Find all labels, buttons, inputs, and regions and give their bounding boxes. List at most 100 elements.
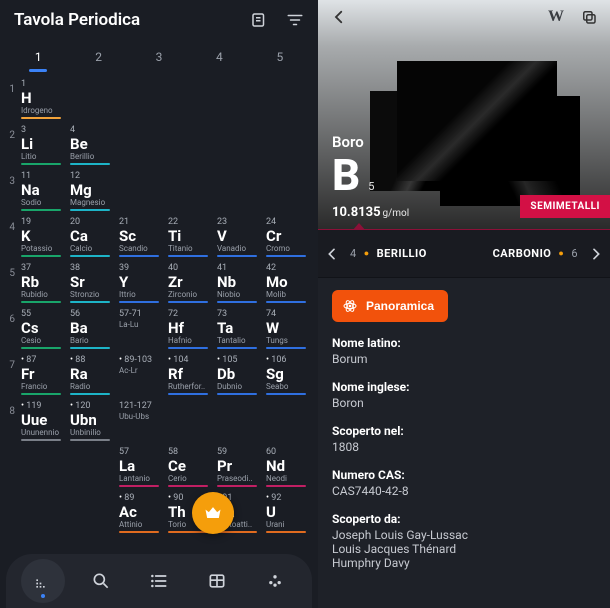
element-cell-Pr[interactable]: 59PrPraseodi.. [214,446,263,492]
element-cell-Ac[interactable]: 89AcAttinio [116,492,165,538]
cluster-icon [265,571,285,591]
element-cell-Sc[interactable]: 21ScScandio [116,216,165,262]
element-cell-Cs[interactable]: 55CsCesio [18,308,67,354]
tab-2[interactable]: 2 [68,42,128,74]
period-label: 2 [4,124,18,170]
element-cell-Db[interactable]: 105DbDubnio [214,354,263,400]
element-cell-K[interactable]: 19KPotassio [18,216,67,262]
element-cell-Nd[interactable]: 60NdNeodi [263,446,312,492]
tab-4[interactable]: 4 [189,42,249,74]
left-header: Tavola Periodica [0,0,318,36]
detail-label: Numero CAS: [332,468,596,482]
element-detail-pane: W Boro B 5 10.8135g/mol SEMIMETALLI 4 ● … [318,0,610,608]
element-cell-V[interactable]: 23VVanadio [214,216,263,262]
chevron-right-icon [588,246,604,262]
element-cell-Ca[interactable]: 20CaCalcio [67,216,116,262]
element-cell-Na[interactable]: 11NaSodio [18,170,67,216]
element-cell-Sg[interactable]: 106SgSeabo [263,354,312,400]
neighbor-nav: 4 ● BERILLIO CARBONIO ● 6 [318,230,610,278]
cards-icon[interactable] [250,11,268,29]
element-cell-La[interactable]: 57LaLantanio [116,446,165,492]
back-icon[interactable] [330,8,348,26]
period-label: 1 [4,78,18,124]
detail-label: Nome latino: [332,336,596,350]
chevron-left-icon [324,246,340,262]
search-icon [91,571,111,591]
open-external-icon[interactable] [580,8,598,26]
overview-button[interactable]: Panoramica [332,290,448,322]
element-cell-Be[interactable]: 4BeBerillio [67,124,116,170]
category-badge[interactable]: SEMIMETALLI [520,195,610,218]
element-cell-Sr[interactable]: 38SrStronzio [67,262,116,308]
detail-label: Scoperto nel: [332,424,596,438]
element-cell-Ubn[interactable]: 120UbnUnbinilio [67,400,116,446]
period-label: 6 [4,308,18,354]
tab-5[interactable]: 5 [250,42,310,74]
period-label: 7 [4,354,18,400]
tab-1[interactable]: 1 [8,42,68,74]
prev-element[interactable]: 4 ● BERILLIO [324,246,427,262]
tab-3[interactable]: 3 [129,42,189,74]
page-title: Tavola Periodica [14,10,140,30]
element-range: 57-71La-Lu [116,308,165,354]
detail-item: Nome inglese:Boron [332,380,596,410]
table-icon [207,571,227,591]
element-cell-Cr[interactable]: 24CrCromo [263,216,312,262]
element-range: 89-103Ac-Lr [116,354,165,400]
periodic-table-grid: 11HIdrogeno23LiLitio4BeBerillio311NaSodi… [0,74,318,554]
sort-icon[interactable] [286,11,304,29]
header-actions [250,11,304,29]
period-label [4,492,18,538]
group-tabs: 12345 [0,42,318,74]
element-cell-Y[interactable]: 39YIttrio [116,262,165,308]
atom-icon [342,298,358,314]
element-cell-W[interactable]: 74WTungs [263,308,312,354]
overview-section: Panoramica [318,278,610,334]
element-cell-Nb[interactable]: 41NbNiobio [214,262,263,308]
detail-value: CAS7440-42-8 [332,484,596,498]
category-indicator [318,229,610,230]
element-cell-Rf[interactable]: 104RfRutherfor.. [165,354,214,400]
nav-table[interactable] [21,559,65,603]
detail-label: Nome inglese: [332,380,596,394]
element-cell-Li[interactable]: 3LiLitio [18,124,67,170]
list-icon [149,571,169,591]
period-label: 4 [4,216,18,262]
bottom-nav [6,554,312,608]
crown-icon [203,503,223,523]
element-cell-Fr[interactable]: 87FrFrancio [18,354,67,400]
element-range: 121-127Ubu-Ubs [116,400,165,446]
detail-item: Scoperto nel:1808 [332,424,596,454]
period-label: 5 [4,262,18,308]
element-details: Nome latino: Borum Nome inglese:Boron Scope… [318,334,610,594]
detail-value: Joseph Louis Gay-Lussac Louis Jacques Th… [332,528,596,570]
nav-list[interactable] [137,559,181,603]
element-cell-Mg[interactable]: 12MgMagnesio [67,170,116,216]
element-cell-Ra[interactable]: 88RaRadio [67,354,116,400]
element-number: 5 [368,180,374,193]
premium-fab[interactable] [192,492,234,534]
detail-value: Borum [332,352,596,366]
period-label: 8 [4,400,18,446]
detail-item: Scoperto da:Joseph Louis Gay-Lussac Loui… [332,512,596,570]
element-cell-U[interactable]: 92UUrani [263,492,312,538]
wikipedia-icon[interactable]: W [548,8,564,26]
element-cell-Ti[interactable]: 22TiTitanio [165,216,214,262]
periodic-table-pane: Tavola Periodica 12345 11HIdrogeno23LiLi… [0,0,318,608]
element-cell-Rb[interactable]: 37RbRubidio [18,262,67,308]
element-cell-Ta[interactable]: 73TaTantalio [214,308,263,354]
element-cell-Zr[interactable]: 40ZrZirconio [165,262,214,308]
nav-search[interactable] [79,559,123,603]
element-cell-H[interactable]: 1HIdrogeno [18,78,67,124]
element-cell-Uue[interactable]: 119UueUnunennio [18,400,67,446]
period-label [4,446,18,492]
next-element[interactable]: CARBONIO ● 6 [493,246,604,262]
element-cell-Mo[interactable]: 42MoMolib [263,262,312,308]
element-cell-Ba[interactable]: 56BaBario [67,308,116,354]
nav-grid[interactable] [195,559,239,603]
element-cell-Ce[interactable]: 58CeCerio [165,446,214,492]
detail-item: Numero CAS: CAS7440-42-8 [332,468,596,498]
element-cell-Hf[interactable]: 72HfHafnio [165,308,214,354]
nav-more[interactable] [253,559,297,603]
element-hero: W Boro B 5 10.8135g/mol SEMIMETALLI [318,0,610,230]
